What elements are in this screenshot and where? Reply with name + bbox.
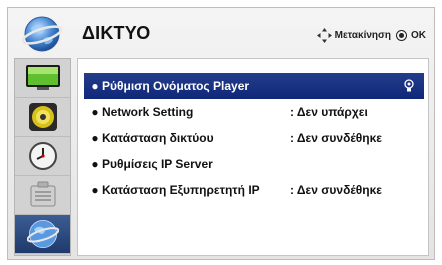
ok-button-icon: [396, 29, 407, 41]
menu-item-value: : Δεν συνδέθηκε: [290, 183, 382, 197]
options-icon: [30, 181, 55, 207]
network-menu-panel: ● Ρύθμιση Ονόματος Player ● Network Sett…: [77, 58, 429, 256]
menu-item-label: Κατάσταση Εξυπηρετητή IP: [102, 183, 260, 197]
sidebar-item-picture[interactable]: [15, 59, 70, 98]
menu-item-label: Κατάσταση δικτύου: [102, 131, 214, 145]
lightbulb-icon: [404, 79, 414, 92]
tv-picture-icon: [25, 65, 60, 90]
menu-item-label: Network Setting: [102, 105, 194, 119]
menu-item-label: Ρύθμιση Ονόματος Player: [102, 79, 250, 93]
menu-item-value: : Δεν υπάρχει: [290, 105, 368, 119]
clock-icon: [28, 142, 57, 170]
bullet: ●: [91, 131, 99, 145]
sidebar-item-time[interactable]: [15, 137, 70, 176]
page-title: ΔΙΚΤΥΟ: [82, 23, 151, 43]
menu-item-ip-server-status[interactable]: ● Κατάσταση Εξυπηρετητή IP : Δεν συνδέθη…: [84, 177, 424, 203]
network-globe-icon: [26, 220, 59, 248]
bullet: ●: [91, 105, 99, 119]
sidebar-item-network[interactable]: [15, 215, 70, 254]
move-hint-label: Μετακίνηση: [334, 29, 391, 41]
ok-hint-label: OK: [411, 29, 426, 41]
bullet: ●: [91, 183, 99, 197]
settings-window: ΔΙΚΤΥΟ Μετακίνηση OK ● Ρύθμιση Ονόματος …: [7, 7, 435, 260]
menu-item-network-setting[interactable]: ● Network Setting : Δεν υπάρχει: [84, 99, 424, 125]
header-bar: ΔΙΚΤΥΟ Μετακίνηση OK: [8, 8, 436, 58]
menu-item-value: : Δεν συνδέθηκε: [290, 131, 382, 145]
menu-item-player-name[interactable]: ● Ρύθμιση Ονόματος Player: [84, 73, 424, 99]
control-hints: Μετακίνηση OK: [316, 27, 426, 43]
sidebar-item-options[interactable]: [15, 176, 70, 215]
bullet: ●: [91, 79, 99, 93]
menu-item-network-status[interactable]: ● Κατάσταση δικτύου : Δεν συνδέθηκε: [84, 125, 424, 151]
speaker-icon: [28, 103, 57, 131]
menu-item-ip-server-settings[interactable]: ● Ρυθμίσεις IP Server: [84, 151, 424, 177]
sidebar-item-audio[interactable]: [15, 98, 70, 137]
network-globe-icon: [21, 14, 63, 54]
move-arrows-icon: [316, 27, 332, 43]
bullet: ●: [91, 157, 99, 171]
menu-item-label: Ρυθμίσεις IP Server: [102, 157, 213, 171]
category-sidebar: [14, 58, 71, 256]
